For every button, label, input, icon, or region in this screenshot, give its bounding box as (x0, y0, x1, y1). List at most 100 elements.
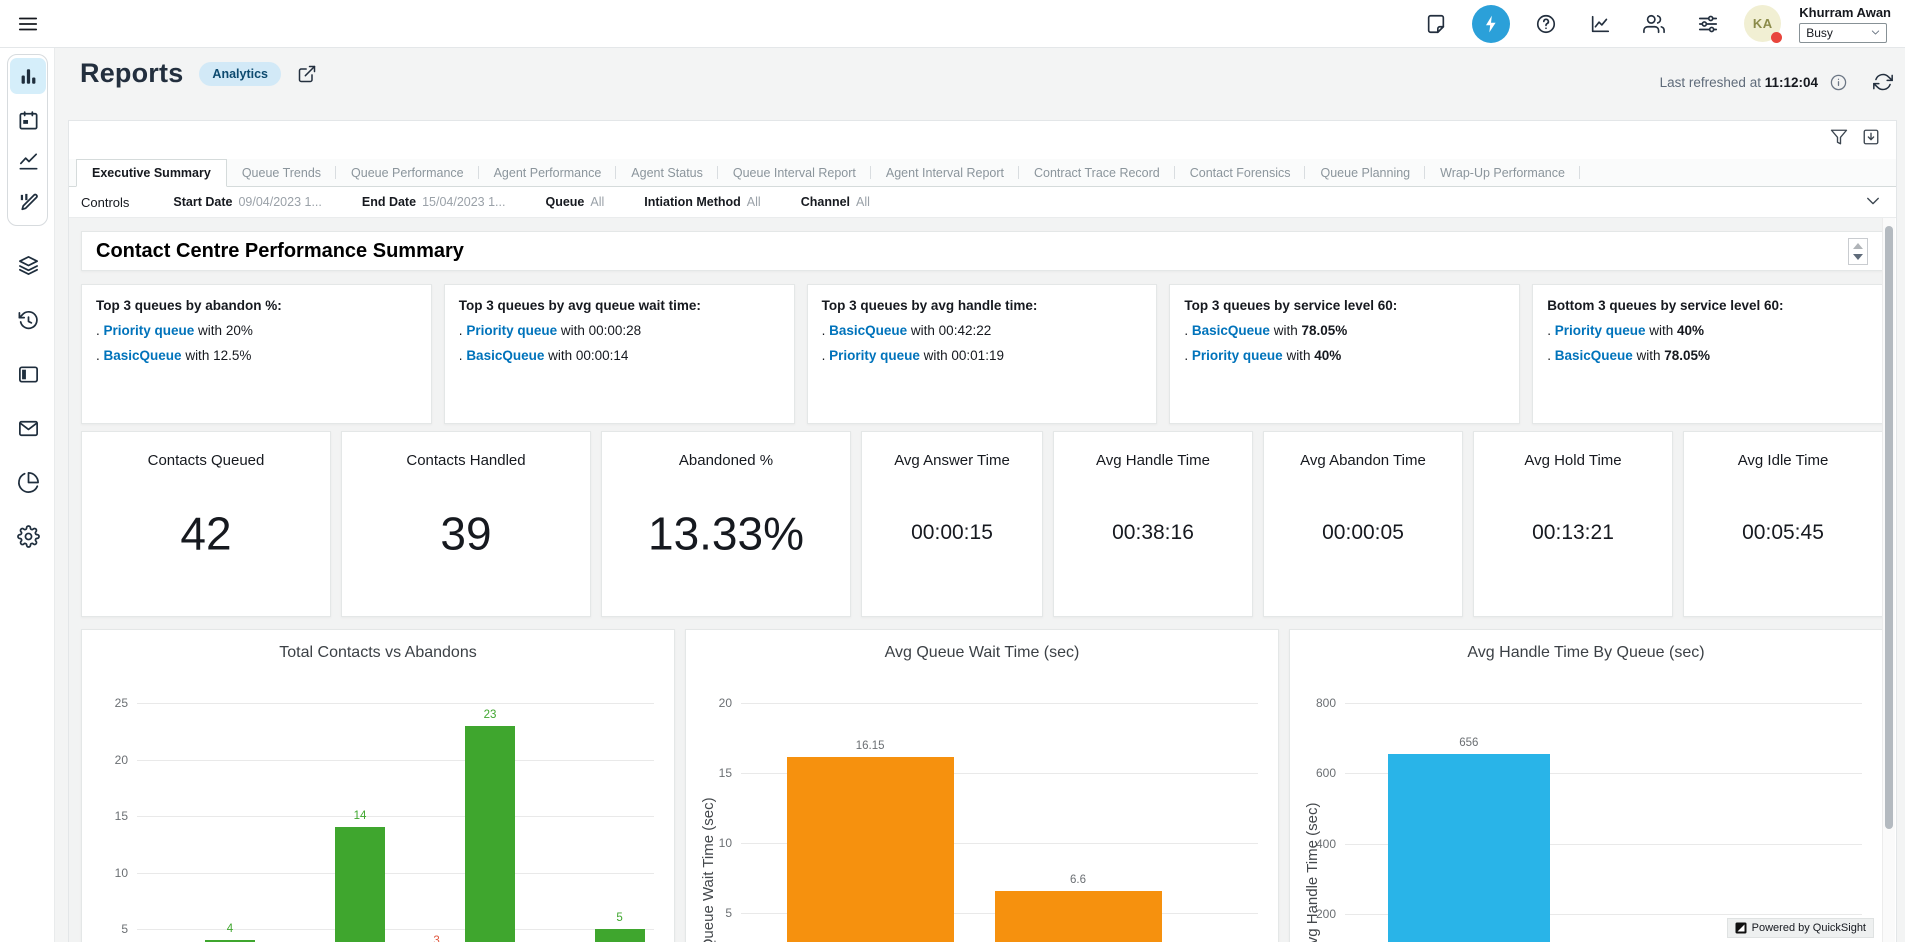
user-avatar[interactable]: KA (1744, 5, 1781, 42)
settings-sliders-icon[interactable] (1690, 6, 1726, 42)
sidebar-item-pie-chart[interactable] (10, 464, 46, 500)
queue-link[interactable]: Priority queue (829, 348, 920, 363)
kpi-label: Avg Handle Time (1054, 452, 1252, 469)
tab-queue-planning[interactable]: Queue Planning (1305, 159, 1425, 186)
insight-item: . BasicQueue with 12.5% (96, 348, 417, 363)
sidebar-item-bar-chart-active[interactable] (10, 58, 46, 94)
filter-end-date[interactable]: End Date15/04/2023 1... (362, 195, 506, 209)
vertical-scrollbar-thumb[interactable] (1885, 226, 1893, 829)
quick-connect-icon[interactable] (1472, 5, 1510, 43)
last-refreshed-time: 11:12:04 (1765, 75, 1818, 90)
notes-icon[interactable] (1418, 6, 1454, 42)
insight-item: . Priority queue with 00:01:19 (822, 348, 1143, 363)
kpi-label: Avg Abandon Time (1264, 452, 1462, 469)
pie-chart-icon (17, 471, 40, 494)
history-icon (17, 309, 40, 332)
insight-item: . Priority queue with 20% (96, 323, 417, 338)
bar-656[interactable] (1388, 754, 1550, 942)
queue-link[interactable]: BasicQueue (829, 323, 907, 338)
hamburger-menu-icon[interactable] (11, 7, 45, 41)
tab-queue-trends[interactable]: Queue Trends (227, 159, 336, 186)
tab-agent-interval-report[interactable]: Agent Interval Report (871, 159, 1019, 186)
kpi-value: 00:00:05 (1264, 520, 1462, 544)
sidebar-item-brush[interactable] (10, 185, 46, 221)
sidebar-item-line-chart[interactable] (10, 143, 46, 179)
tab-wrap-up-performance[interactable]: Wrap-Up Performance (1425, 159, 1580, 186)
bar-6.6[interactable] (995, 891, 1162, 942)
kpi-value: 13.33% (602, 506, 850, 560)
insight-item: . Priority queue with 00:00:28 (459, 323, 780, 338)
insight-item: . BasicQueue with 78.05% (1547, 348, 1868, 363)
stepper-up-icon[interactable] (1853, 243, 1863, 249)
kpi-card-abandoned-: Abandoned %13.33% (601, 431, 851, 617)
kpi-card-contacts-queued: Contacts Queued42 (81, 431, 331, 617)
insight-value: 78.05% (1301, 323, 1347, 338)
kpi-value: 00:13:21 (1474, 520, 1672, 544)
bar-value-label: 4 (205, 923, 255, 935)
bar-5[interactable] (595, 929, 645, 942)
filter-queue[interactable]: QueueAll (545, 195, 604, 209)
tab-agent-performance[interactable]: Agent Performance (479, 159, 617, 186)
queue-link[interactable]: BasicQueue (1555, 348, 1633, 363)
tab-queue-interval-report[interactable]: Queue Interval Report (718, 159, 871, 186)
sidebar-item-mail[interactable] (10, 410, 46, 446)
bar-14[interactable] (335, 827, 385, 942)
kpi-row: Contacts Queued42Contacts Handled39Aband… (81, 431, 1882, 617)
queue-link[interactable]: Priority queue (1555, 323, 1646, 338)
queue-link[interactable]: BasicQueue (104, 348, 182, 363)
insight-card-title: Bottom 3 queues by service level 60: (1547, 298, 1868, 313)
filter-channel[interactable]: ChannelAll (801, 195, 870, 209)
status-select[interactable]: Busy (1799, 23, 1887, 43)
tab-contract-trace-record[interactable]: Contract Trace Record (1019, 159, 1175, 186)
kpi-card-contacts-handled: Contacts Handled39 (341, 431, 591, 617)
queue-link[interactable]: Priority queue (466, 323, 557, 338)
filter-label: End Date (362, 195, 416, 209)
tab-queue-performance[interactable]: Queue Performance (336, 159, 479, 186)
users-icon[interactable] (1636, 6, 1672, 42)
bar-value-label: 656 (1388, 737, 1550, 749)
kpi-card-avg-answer-time: Avg Answer Time00:00:15 (861, 431, 1043, 617)
filter-intiation-method[interactable]: Intiation MethodAll (644, 195, 760, 209)
filter-value: All (856, 195, 870, 209)
chart-card-0: Total Contacts vs Abandons25201510541432… (81, 629, 675, 942)
help-icon[interactable] (1528, 6, 1564, 42)
refresh-zone: Last refreshed at 11:12:04 (1660, 72, 1893, 92)
insight-text: with (1270, 323, 1302, 338)
queue-link[interactable]: BasicQueue (1192, 323, 1270, 338)
queue-link[interactable]: Priority queue (1192, 348, 1283, 363)
kpi-card-avg-abandon-time: Avg Abandon Time 00:00:05 (1263, 431, 1463, 617)
last-refreshed-text: Last refreshed at 11:12:04 (1660, 75, 1818, 90)
bar-16.15[interactable] (787, 757, 954, 942)
filter-start-date[interactable]: Start Date09/04/2023 1... (173, 195, 321, 209)
sidebar-item-calendar[interactable] (10, 102, 46, 138)
bullet-dot: . (96, 348, 104, 363)
info-icon[interactable] (1830, 74, 1847, 91)
sidebar-item-window[interactable] (10, 356, 46, 392)
insight-text: with (557, 323, 589, 338)
queue-link[interactable]: Priority queue (104, 323, 195, 338)
powered-by-quicksight-badge[interactable]: Powered by QuickSight (1727, 918, 1874, 938)
calendar-icon (17, 109, 40, 132)
line-chart-icon (17, 150, 40, 173)
external-link-icon[interactable] (297, 64, 317, 84)
insight-text: with (544, 348, 576, 363)
controls-expand-chevron-icon[interactable] (1864, 192, 1882, 210)
filter-funnel-icon[interactable] (1830, 128, 1848, 146)
export-icon[interactable] (1862, 128, 1880, 146)
tab-contact-forensics[interactable]: Contact Forensics (1175, 159, 1306, 186)
insight-card-title: Top 3 queues by abandon %: (96, 298, 417, 313)
bar-23[interactable] (465, 726, 515, 942)
queue-link[interactable]: BasicQueue (466, 348, 544, 363)
sidebar-item-history[interactable] (10, 302, 46, 338)
filter-label: Queue (545, 195, 584, 209)
tab-agent-status[interactable]: Agent Status (616, 159, 718, 186)
insight-card: Top 3 queues by abandon %:. Priority que… (81, 284, 432, 424)
sidebar-item-layers[interactable] (10, 247, 46, 283)
refresh-icon[interactable] (1873, 72, 1893, 92)
stepper-down-icon[interactable] (1853, 254, 1863, 260)
metrics-icon[interactable] (1582, 6, 1618, 42)
sidebar-item-gear[interactable] (10, 518, 46, 554)
tab-executive-summary[interactable]: Executive Summary (76, 159, 227, 187)
kpi-value: 42 (82, 506, 330, 560)
y-tick-label: 600 (1296, 766, 1336, 780)
